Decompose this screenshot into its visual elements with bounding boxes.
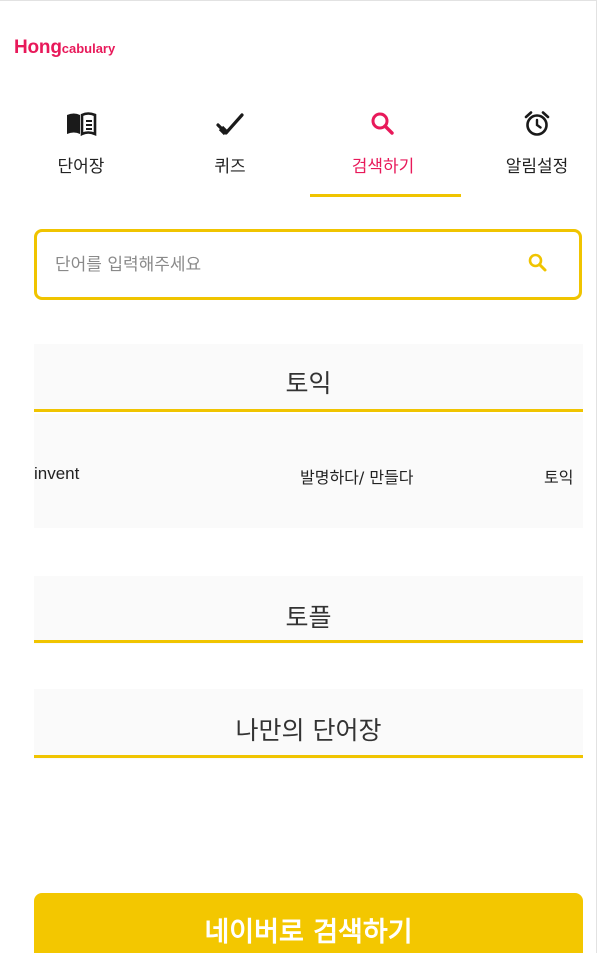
word-meaning: 발명하다/ 만들다 [300, 468, 414, 487]
section-divider [34, 755, 583, 758]
section-title: 나만의 단어장 [235, 716, 382, 745]
section-title: 토플 [285, 603, 332, 632]
search-input[interactable] [55, 250, 495, 280]
nav-item-alarm[interactable]: 알림설정 [477, 107, 596, 199]
section-toeic: 토익 [34, 344, 583, 412]
top-nav: 단어장 퀴즈 검색하기 알림설정 [0, 107, 596, 199]
search-submit-button[interactable] [527, 252, 553, 278]
search-icon [528, 253, 547, 272]
section-my-wordbook[interactable]: 나만의 단어장 [34, 689, 583, 759]
book-icon [21, 107, 141, 141]
logo-main-text: Hong [14, 37, 62, 58]
word-category: 토익 [544, 468, 574, 487]
nav-item-wordbook[interactable]: 단어장 [21, 107, 141, 199]
nav-label: 알림설정 [505, 157, 569, 177]
search-naver-button[interactable]: 네이버로 검색하기 [34, 893, 583, 953]
active-tab-indicator [310, 194, 461, 197]
app-frame: Hongcabulary 단어장 퀴즈 검색하기 알림설정 단어를 입력해주세요… [0, 0, 597, 953]
nav-item-search[interactable]: 검색하기 [323, 107, 443, 199]
alarm-clock-icon [477, 107, 596, 141]
section-divider [34, 409, 583, 412]
section-divider [34, 640, 583, 643]
search-box [34, 229, 582, 300]
nav-label: 단어장 [57, 157, 105, 177]
nav-item-quiz[interactable]: 퀴즈 [170, 107, 290, 199]
nav-label: 퀴즈 [214, 157, 246, 177]
word-row[interactable]: invent 발명하다/ 만들다 토익 [34, 414, 583, 528]
word-text: invent [34, 464, 80, 483]
checkmark-icon [170, 107, 290, 141]
search-icon [323, 107, 443, 141]
nav-label: 검색하기 [351, 157, 415, 177]
logo-sub-text: cabulary [61, 41, 116, 56]
section-title: 토익 [285, 369, 332, 398]
section-toefl[interactable]: 토플 [34, 576, 583, 644]
app-logo: Hongcabulary [14, 37, 115, 59]
